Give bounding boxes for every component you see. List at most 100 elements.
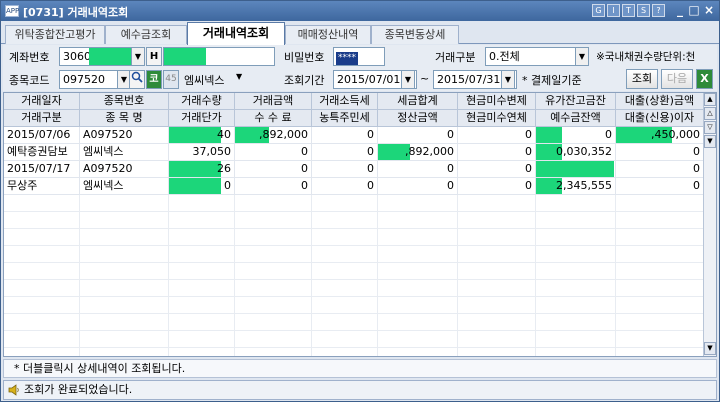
table-cell bbox=[536, 161, 616, 178]
table-cell: 40 bbox=[169, 127, 235, 144]
period-label: 조회기간 bbox=[284, 74, 325, 87]
double-click-note: * 더블클릭시 상세내역이 조회됩니다. bbox=[3, 359, 717, 378]
window-title: [0731] 거래내역조회 bbox=[23, 6, 129, 19]
table-cell: 0,030,352 bbox=[536, 144, 616, 161]
table-cell: ,892,000 bbox=[235, 127, 312, 144]
col-header[interactable]: 예수금잔액 bbox=[536, 110, 616, 127]
search-icon[interactable] bbox=[129, 70, 145, 89]
table-cell: 0 bbox=[312, 127, 378, 144]
account-dropdown-button[interactable]: ▼ bbox=[131, 47, 145, 66]
title-button-s[interactable]: S bbox=[637, 4, 650, 17]
col-header[interactable]: 종 목 명 bbox=[80, 110, 169, 127]
stock-name-dropdown-icon[interactable]: ▼ bbox=[236, 72, 242, 81]
minimize-button[interactable]: _ bbox=[673, 2, 687, 18]
status-bar: 조회가 완료되었습니다. bbox=[3, 380, 717, 400]
title-button-g[interactable]: G bbox=[592, 4, 605, 17]
table-cell: 0 bbox=[458, 144, 536, 161]
account-label: 계좌번호 bbox=[9, 51, 50, 64]
scroll-bottom-icon[interactable]: ▼ bbox=[704, 135, 716, 148]
stock-code-label: 종목코드 bbox=[9, 74, 50, 87]
table-cell: 0 bbox=[616, 161, 704, 178]
title-button-t[interactable]: T bbox=[622, 4, 635, 17]
col-header[interactable]: 거래단가 bbox=[169, 110, 235, 127]
excel-export-icon[interactable]: X bbox=[696, 69, 713, 89]
masked-account-name bbox=[164, 48, 206, 65]
col-header[interactable]: 거래일자 bbox=[4, 93, 80, 110]
table-cell: 예탁증권담보 bbox=[4, 144, 80, 161]
password-label: 비밀번호 bbox=[284, 51, 325, 64]
table-cell: 0 bbox=[312, 161, 378, 178]
table-cell: 0 bbox=[235, 178, 312, 195]
table-cell: A097520 bbox=[80, 127, 169, 144]
scroll-end-icon[interactable]: ▼ bbox=[704, 342, 716, 355]
trade-type-dropdown-button[interactable]: ▼ bbox=[575, 47, 589, 66]
table-cell: 엠씨넥스 bbox=[80, 144, 169, 161]
vertical-scrollbar[interactable]: ▲ △ ▽ ▼ ▼ bbox=[703, 93, 716, 356]
col-header[interactable]: 유가잔고금잔 bbox=[536, 93, 616, 110]
col-header[interactable]: 대출(신용)이자 bbox=[616, 110, 704, 127]
tab-trade-history[interactable]: 거래내역조회 bbox=[187, 22, 285, 45]
tab-deposit-inquiry[interactable]: 예수금조회 bbox=[105, 25, 187, 44]
tab-portfolio-valuation[interactable]: 위탁종합잔고평가 bbox=[5, 25, 105, 44]
table-cell: 0 bbox=[312, 178, 378, 195]
maximize-button[interactable]: □ bbox=[687, 2, 701, 18]
settlement-basis-note: * 결제일기준 bbox=[522, 74, 582, 87]
table-cell: 26 bbox=[169, 161, 235, 178]
scroll-up-icon[interactable]: △ bbox=[704, 107, 716, 120]
table-cell: 0 bbox=[378, 178, 458, 195]
col-header[interactable]: 세금합계 bbox=[378, 93, 458, 110]
col-header[interactable]: 정산금액 bbox=[378, 110, 458, 127]
title-button-i[interactable]: I bbox=[607, 4, 620, 17]
tab-stock-change-detail[interactable]: 종목변동상세 bbox=[371, 25, 459, 44]
account-h-button[interactable]: H bbox=[146, 47, 162, 66]
bond-unit-note: ※국내채권수량단위:천 bbox=[596, 51, 696, 63]
table-cell: 0 bbox=[616, 178, 704, 195]
table-cell: A097520 bbox=[80, 161, 169, 178]
query-panel: 계좌번호 3060 ▼ H 비밀번호 **** 거래구분 0.전체 ▼ ※국내채… bbox=[3, 45, 717, 91]
next-button[interactable]: 다음 bbox=[661, 69, 693, 89]
table-cell: 0 bbox=[169, 178, 235, 195]
table-cell: 2,345,555 bbox=[536, 178, 616, 195]
date-tilde: ~ bbox=[420, 72, 430, 85]
kosdaq-badge: 코 bbox=[146, 70, 162, 89]
table-cell: ,892,000 bbox=[378, 144, 458, 161]
query-button[interactable]: 조회 bbox=[626, 69, 658, 89]
stock-name: 엠씨넥스 bbox=[184, 74, 225, 87]
col-header[interactable]: 농특주민세 bbox=[312, 110, 378, 127]
table-cell: 0 bbox=[312, 144, 378, 161]
tab-trade-settlement[interactable]: 매매정산내역 bbox=[285, 25, 371, 44]
col-header[interactable]: 현금미수연체 bbox=[458, 110, 536, 127]
col-header[interactable]: 거래금액 bbox=[235, 93, 312, 110]
password-mask: **** bbox=[336, 52, 358, 65]
col-header[interactable]: 수 수 료 bbox=[235, 110, 312, 127]
table-cell: 0 bbox=[536, 127, 616, 144]
table-cell: 37,050 bbox=[169, 144, 235, 161]
masked-account-digits bbox=[89, 48, 131, 65]
col-header[interactable]: 대출(상환)금액 bbox=[616, 93, 704, 110]
col-header[interactable]: 거래구분 bbox=[4, 110, 80, 127]
trade-history-grid: 거래일자 종목번호 거래수량 거래금액 거래소득세 세금합계 현금미수변제 유가… bbox=[3, 92, 717, 357]
table-cell: 0 bbox=[378, 127, 458, 144]
status-message: 조회가 완료되었습니다. bbox=[24, 383, 133, 396]
scroll-down-icon[interactable]: ▽ bbox=[704, 121, 716, 134]
help-button[interactable]: ? bbox=[652, 4, 665, 17]
table-cell: 0 bbox=[458, 127, 536, 144]
table-cell: 0 bbox=[458, 161, 536, 178]
empty-grid-rows bbox=[4, 195, 704, 356]
col-header[interactable]: 종목번호 bbox=[80, 93, 169, 110]
grid-header: 거래일자 종목번호 거래수량 거래금액 거래소득세 세금합계 현금미수변제 유가… bbox=[4, 93, 704, 127]
password-input[interactable]: **** bbox=[333, 47, 385, 66]
col-header[interactable]: 거래수량 bbox=[169, 93, 235, 110]
table-cell: 0 bbox=[458, 178, 536, 195]
speaker-icon bbox=[8, 384, 19, 396]
table-cell: 2015/07/06 bbox=[4, 127, 80, 144]
col-header[interactable]: 거래소득세 bbox=[312, 93, 378, 110]
scroll-top-icon[interactable]: ▲ bbox=[704, 93, 716, 106]
date-to-dropdown-button[interactable]: ▼ bbox=[501, 70, 515, 89]
table-cell: 0 bbox=[235, 161, 312, 178]
col-header[interactable]: 현금미수변제 bbox=[458, 93, 536, 110]
trade-type-select[interactable]: 0.전체 bbox=[485, 47, 587, 66]
date-from-dropdown-button[interactable]: ▼ bbox=[401, 70, 415, 89]
table-cell: ,450,000 bbox=[616, 127, 704, 144]
close-button[interactable]: × bbox=[702, 2, 716, 18]
